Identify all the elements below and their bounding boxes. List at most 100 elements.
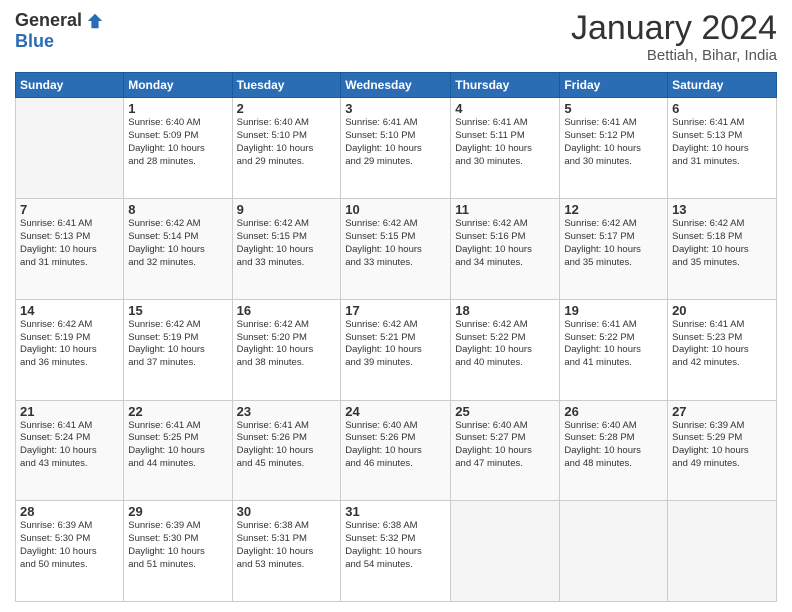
calendar-week-row: 1Sunrise: 6:40 AMSunset: 5:09 PMDaylight…	[16, 98, 777, 199]
day-info: Sunrise: 6:41 AMSunset: 5:10 PMDaylight:…	[345, 117, 446, 168]
calendar-day-cell: 1Sunrise: 6:40 AMSunset: 5:09 PMDaylight…	[124, 98, 232, 199]
calendar-day-cell: 23Sunrise: 6:41 AMSunset: 5:26 PMDayligh…	[232, 400, 341, 501]
day-number: 3	[345, 101, 446, 116]
day-info: Sunrise: 6:40 AMSunset: 5:28 PMDaylight:…	[564, 420, 663, 471]
calendar-table: SundayMondayTuesdayWednesdayThursdayFrid…	[15, 72, 777, 602]
calendar-day-header: Friday	[560, 73, 668, 98]
day-number: 18	[455, 303, 555, 318]
day-number: 8	[128, 202, 227, 217]
day-info: Sunrise: 6:41 AMSunset: 5:13 PMDaylight:…	[20, 218, 119, 269]
day-info: Sunrise: 6:41 AMSunset: 5:12 PMDaylight:…	[564, 117, 663, 168]
day-info: Sunrise: 6:42 AMSunset: 5:20 PMDaylight:…	[237, 319, 337, 370]
calendar-day-cell: 27Sunrise: 6:39 AMSunset: 5:29 PMDayligh…	[668, 400, 777, 501]
location: Bettiah, Bihar, India	[571, 47, 777, 64]
logo: General Blue	[15, 10, 104, 52]
day-number: 31	[345, 504, 446, 519]
calendar-day-header: Wednesday	[341, 73, 451, 98]
day-info: Sunrise: 6:41 AMSunset: 5:24 PMDaylight:…	[20, 420, 119, 471]
day-info: Sunrise: 6:41 AMSunset: 5:25 PMDaylight:…	[128, 420, 227, 471]
calendar-day-cell: 5Sunrise: 6:41 AMSunset: 5:12 PMDaylight…	[560, 98, 668, 199]
day-number: 14	[20, 303, 119, 318]
calendar-day-cell: 9Sunrise: 6:42 AMSunset: 5:15 PMDaylight…	[232, 199, 341, 300]
calendar-day-header: Sunday	[16, 73, 124, 98]
day-info: Sunrise: 6:41 AMSunset: 5:11 PMDaylight:…	[455, 117, 555, 168]
day-number: 6	[672, 101, 772, 116]
day-info: Sunrise: 6:42 AMSunset: 5:17 PMDaylight:…	[564, 218, 663, 269]
calendar-day-header: Thursday	[451, 73, 560, 98]
calendar-day-cell: 21Sunrise: 6:41 AMSunset: 5:24 PMDayligh…	[16, 400, 124, 501]
day-info: Sunrise: 6:42 AMSunset: 5:19 PMDaylight:…	[20, 319, 119, 370]
calendar-day-cell: 7Sunrise: 6:41 AMSunset: 5:13 PMDaylight…	[16, 199, 124, 300]
day-number: 13	[672, 202, 772, 217]
day-number: 19	[564, 303, 663, 318]
calendar-day-cell: 12Sunrise: 6:42 AMSunset: 5:17 PMDayligh…	[560, 199, 668, 300]
day-info: Sunrise: 6:39 AMSunset: 5:30 PMDaylight:…	[128, 520, 227, 571]
day-info: Sunrise: 6:39 AMSunset: 5:30 PMDaylight:…	[20, 520, 119, 571]
calendar-day-cell: 30Sunrise: 6:38 AMSunset: 5:31 PMDayligh…	[232, 501, 341, 602]
calendar-day-cell: 25Sunrise: 6:40 AMSunset: 5:27 PMDayligh…	[451, 400, 560, 501]
day-number: 28	[20, 504, 119, 519]
day-info: Sunrise: 6:41 AMSunset: 5:22 PMDaylight:…	[564, 319, 663, 370]
calendar-day-cell: 22Sunrise: 6:41 AMSunset: 5:25 PMDayligh…	[124, 400, 232, 501]
day-info: Sunrise: 6:41 AMSunset: 5:13 PMDaylight:…	[672, 117, 772, 168]
calendar-day-cell	[560, 501, 668, 602]
day-number: 20	[672, 303, 772, 318]
day-number: 27	[672, 404, 772, 419]
calendar-day-cell: 15Sunrise: 6:42 AMSunset: 5:19 PMDayligh…	[124, 299, 232, 400]
day-number: 5	[564, 101, 663, 116]
header: General Blue January 2024 Bettiah, Bihar…	[15, 10, 777, 64]
day-info: Sunrise: 6:41 AMSunset: 5:23 PMDaylight:…	[672, 319, 772, 370]
calendar-day-cell: 2Sunrise: 6:40 AMSunset: 5:10 PMDaylight…	[232, 98, 341, 199]
calendar-day-cell: 29Sunrise: 6:39 AMSunset: 5:30 PMDayligh…	[124, 501, 232, 602]
calendar-day-cell: 16Sunrise: 6:42 AMSunset: 5:20 PMDayligh…	[232, 299, 341, 400]
logo-blue: Blue	[15, 31, 54, 52]
day-info: Sunrise: 6:40 AMSunset: 5:26 PMDaylight:…	[345, 420, 446, 471]
calendar-day-cell: 20Sunrise: 6:41 AMSunset: 5:23 PMDayligh…	[668, 299, 777, 400]
calendar-day-cell: 14Sunrise: 6:42 AMSunset: 5:19 PMDayligh…	[16, 299, 124, 400]
calendar-day-cell: 11Sunrise: 6:42 AMSunset: 5:16 PMDayligh…	[451, 199, 560, 300]
day-number: 4	[455, 101, 555, 116]
calendar-day-cell	[451, 501, 560, 602]
calendar-day-cell: 10Sunrise: 6:42 AMSunset: 5:15 PMDayligh…	[341, 199, 451, 300]
calendar-day-header: Monday	[124, 73, 232, 98]
calendar-day-cell: 24Sunrise: 6:40 AMSunset: 5:26 PMDayligh…	[341, 400, 451, 501]
calendar-day-header: Tuesday	[232, 73, 341, 98]
calendar-week-row: 14Sunrise: 6:42 AMSunset: 5:19 PMDayligh…	[16, 299, 777, 400]
day-number: 26	[564, 404, 663, 419]
calendar-day-cell: 4Sunrise: 6:41 AMSunset: 5:11 PMDaylight…	[451, 98, 560, 199]
day-info: Sunrise: 6:42 AMSunset: 5:15 PMDaylight:…	[345, 218, 446, 269]
day-number: 1	[128, 101, 227, 116]
calendar-day-header: Saturday	[668, 73, 777, 98]
day-number: 17	[345, 303, 446, 318]
day-number: 29	[128, 504, 227, 519]
day-number: 22	[128, 404, 227, 419]
day-info: Sunrise: 6:41 AMSunset: 5:26 PMDaylight:…	[237, 420, 337, 471]
calendar-week-row: 28Sunrise: 6:39 AMSunset: 5:30 PMDayligh…	[16, 501, 777, 602]
day-number: 7	[20, 202, 119, 217]
day-number: 21	[20, 404, 119, 419]
day-info: Sunrise: 6:38 AMSunset: 5:31 PMDaylight:…	[237, 520, 337, 571]
calendar-day-cell: 18Sunrise: 6:42 AMSunset: 5:22 PMDayligh…	[451, 299, 560, 400]
calendar-day-cell: 13Sunrise: 6:42 AMSunset: 5:18 PMDayligh…	[668, 199, 777, 300]
day-info: Sunrise: 6:38 AMSunset: 5:32 PMDaylight:…	[345, 520, 446, 571]
calendar-day-cell: 19Sunrise: 6:41 AMSunset: 5:22 PMDayligh…	[560, 299, 668, 400]
logo-icon	[86, 12, 104, 30]
calendar-week-row: 21Sunrise: 6:41 AMSunset: 5:24 PMDayligh…	[16, 400, 777, 501]
day-info: Sunrise: 6:42 AMSunset: 5:22 PMDaylight:…	[455, 319, 555, 370]
day-info: Sunrise: 6:42 AMSunset: 5:21 PMDaylight:…	[345, 319, 446, 370]
calendar-day-cell: 26Sunrise: 6:40 AMSunset: 5:28 PMDayligh…	[560, 400, 668, 501]
day-info: Sunrise: 6:42 AMSunset: 5:16 PMDaylight:…	[455, 218, 555, 269]
calendar-day-cell	[668, 501, 777, 602]
day-info: Sunrise: 6:42 AMSunset: 5:15 PMDaylight:…	[237, 218, 337, 269]
day-info: Sunrise: 6:42 AMSunset: 5:18 PMDaylight:…	[672, 218, 772, 269]
calendar-day-cell: 8Sunrise: 6:42 AMSunset: 5:14 PMDaylight…	[124, 199, 232, 300]
day-number: 24	[345, 404, 446, 419]
logo-general: General	[15, 10, 82, 31]
logo-text: General	[15, 10, 104, 31]
day-info: Sunrise: 6:40 AMSunset: 5:09 PMDaylight:…	[128, 117, 227, 168]
month-title: January 2024	[571, 10, 777, 47]
calendar-header-row: SundayMondayTuesdayWednesdayThursdayFrid…	[16, 73, 777, 98]
calendar-day-cell: 3Sunrise: 6:41 AMSunset: 5:10 PMDaylight…	[341, 98, 451, 199]
page: General Blue January 2024 Bettiah, Bihar…	[0, 0, 792, 612]
day-number: 23	[237, 404, 337, 419]
